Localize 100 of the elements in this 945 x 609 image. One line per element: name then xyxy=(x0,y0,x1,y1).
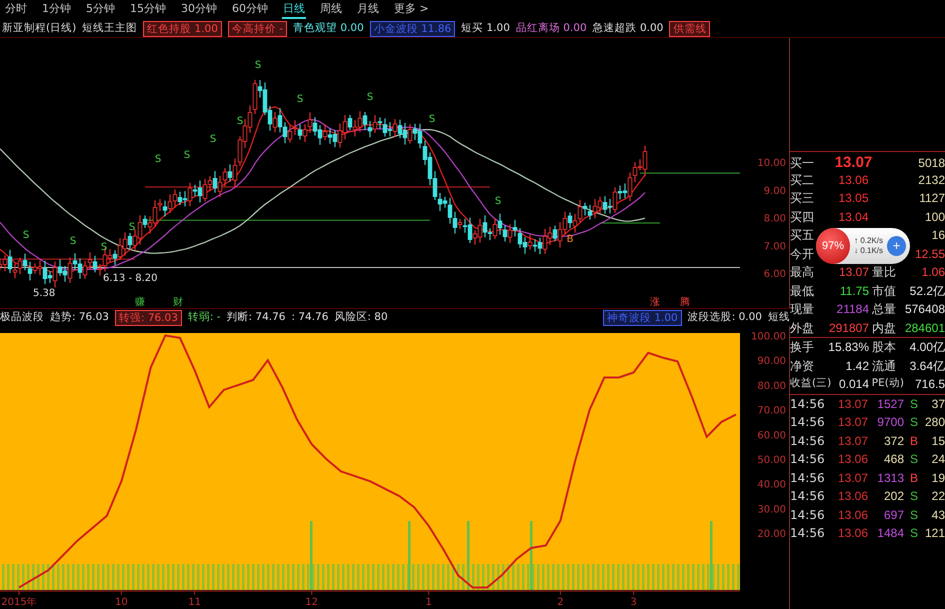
value-axis-label: 100.00 xyxy=(751,331,786,342)
indicator-value: 急速超跌 0.00 xyxy=(592,20,664,36)
trade-price: 13.07 xyxy=(838,470,868,487)
trade-volume: 468 xyxy=(884,451,904,468)
trade-count: 37 xyxy=(932,396,945,413)
indicator-value: 判断: 74.76 xyxy=(226,310,286,325)
period-tab[interactable]: 30分钟 xyxy=(180,1,218,19)
period-tab[interactable]: 15分钟 xyxy=(129,1,167,19)
trade-side: S xyxy=(910,488,918,506)
sell-signal: S xyxy=(70,236,76,247)
period-tab[interactable]: 周线 xyxy=(319,1,343,19)
trade-time: 14:56 xyxy=(790,414,825,432)
field-label: 股本 xyxy=(870,339,896,356)
trade-price: 13.07 xyxy=(838,396,868,413)
trade-volume: 1484 xyxy=(877,525,904,542)
field-label: 买三 xyxy=(790,190,814,208)
formula-name: 短线王主图 xyxy=(82,20,138,36)
trade-side: B xyxy=(910,470,918,487)
date-axis-label: 12 xyxy=(305,597,318,608)
trade-price: 13.07 xyxy=(838,432,868,450)
trade-count: 24 xyxy=(932,451,945,468)
bid-volume: 16 xyxy=(932,227,945,244)
bid-volume: 5018 xyxy=(918,155,945,172)
signal-character: 腾 xyxy=(680,297,690,308)
trade-time: 14:56 xyxy=(790,451,825,468)
sell-signal: S xyxy=(366,92,374,103)
trade-volume: 202 xyxy=(884,488,904,506)
period-tab[interactable]: 更多 > xyxy=(393,1,430,19)
field-label: 最低 xyxy=(790,282,814,300)
trade-side: S xyxy=(910,525,918,542)
field-label: 换手 xyxy=(790,339,814,356)
trade-volume: 372 xyxy=(884,432,904,450)
field-value: 1.06 xyxy=(922,264,945,282)
add-button[interactable]: + xyxy=(887,236,906,256)
field-label: 总量 xyxy=(870,301,896,318)
bid-price: 13.05 xyxy=(838,190,869,208)
indicator-value: 青色观望 0.00 xyxy=(293,20,364,36)
sell-signal: S xyxy=(210,134,216,145)
trade-time: 14:56 xyxy=(790,470,825,487)
sell-signal: S xyxy=(236,116,244,127)
trade-price: 13.06 xyxy=(838,525,868,542)
period-tab[interactable]: 月线 xyxy=(356,1,380,19)
trade-time: 14:56 xyxy=(790,432,825,450)
field-label: 量比 xyxy=(870,264,896,282)
value-axis-label: 40.00 xyxy=(757,480,786,491)
trade-time: 14:56 xyxy=(790,506,825,524)
trade-count: 19 xyxy=(932,470,945,487)
sell-signal: S xyxy=(494,196,502,207)
price-label: 5.38 xyxy=(33,288,56,299)
field-value: 4.00亿 xyxy=(910,339,945,356)
field-label: 流通 xyxy=(870,358,896,375)
field-label: 内盘 xyxy=(870,320,896,337)
value-axis-label: 70.00 xyxy=(757,406,786,417)
sell-signal: S xyxy=(296,94,304,105)
upload-speed: ↑ 0.2K/s xyxy=(854,236,884,246)
period-tab[interactable]: 日线 xyxy=(282,1,306,19)
trade-side: S xyxy=(910,506,918,524)
indicator-value: 今高持价 - xyxy=(228,20,288,36)
field-label: 净资 xyxy=(790,358,814,375)
field-value: 716.5 xyxy=(914,376,945,394)
field-label: 收益(三) xyxy=(790,376,832,392)
bid-price: 13.06 xyxy=(838,172,869,189)
sell-signal: S xyxy=(254,60,262,71)
bid-price: 13.04 xyxy=(838,208,869,226)
field-value: 52.2亿 xyxy=(910,282,945,300)
date-axis-label: 3 xyxy=(630,597,637,608)
field-label: PE(动) xyxy=(870,376,904,392)
indicator-value: 趋势: 76.03 xyxy=(50,310,109,325)
indicator-value: 转弱: - xyxy=(188,310,221,325)
period-tab[interactable]: 分时 xyxy=(4,1,28,19)
period-tab[interactable]: 60分钟 xyxy=(231,1,269,19)
field-value: 13.07 xyxy=(838,264,869,282)
sell-signal: S xyxy=(22,230,30,241)
price-axis-label: 10.00 xyxy=(757,158,786,169)
support-line xyxy=(600,222,660,224)
sell-signal: S xyxy=(184,150,190,161)
download-speed: ↓ 0.1K/s xyxy=(854,246,884,256)
indicator-value: 波段选股: 0.00 xyxy=(688,310,762,325)
signal-character: 赚 xyxy=(135,297,145,308)
trade-price: 13.07 xyxy=(838,414,868,432)
indicator-value: 神奇波段 1.00 xyxy=(603,310,682,326)
bid-volume: 2132 xyxy=(918,172,945,189)
signal-character: 财 xyxy=(173,297,183,308)
field-label: 买二 xyxy=(790,172,814,189)
date-axis-label: 11 xyxy=(188,597,201,608)
value-axis-label: 90.00 xyxy=(757,356,786,368)
trade-count: 15 xyxy=(932,432,945,450)
field-value: 284601 xyxy=(904,320,945,337)
indicator-value: 小金波段 11.86 xyxy=(370,20,456,36)
sell-signal: S xyxy=(100,242,108,253)
field-value: 3.64亿 xyxy=(910,358,945,375)
buy-signal: B xyxy=(566,234,574,245)
period-tab[interactable]: 1分钟 xyxy=(41,1,72,19)
field-label: 今开 xyxy=(790,246,814,263)
date-axis-label: 1 xyxy=(426,597,432,608)
price-range-label: 6.13 - 8.20 xyxy=(103,273,158,284)
trade-side: S xyxy=(910,396,918,413)
indicator-value: 红色持股 1.00 xyxy=(143,20,222,36)
signal-character: 涨 xyxy=(650,297,660,308)
period-tab[interactable]: 5分钟 xyxy=(85,1,116,19)
